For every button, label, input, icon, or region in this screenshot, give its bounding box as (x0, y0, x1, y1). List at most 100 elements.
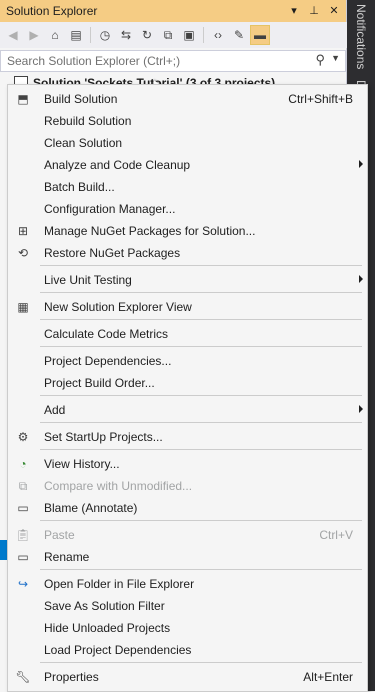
menu-item-live-unit-testing[interactable]: Live Unit Testing (8, 269, 367, 291)
menu-item-label: Live Unit Testing (44, 273, 132, 287)
preview-icon[interactable]: ▬ (250, 25, 270, 45)
menu-item-compare-unmodified[interactable]: ⧉ Compare with Unmodified... (8, 475, 367, 497)
menu-item-label: Rename (44, 550, 90, 564)
search-options-icon[interactable]: ▼ (331, 53, 340, 63)
restore-icon: ⟲ (17, 246, 29, 260)
pending-changes-icon[interactable]: ◷ (96, 26, 114, 44)
menu-item-label: Open Folder in File Explorer (44, 577, 195, 591)
menu-item-blame[interactable]: ▭ Blame (Annotate) (8, 497, 367, 519)
menu-item-shortcut: Ctrl+Shift+B (288, 92, 353, 106)
menu-item-label: Load Project Dependencies (44, 643, 192, 657)
new-view-icon: ▦ (17, 300, 29, 314)
menu-item-label: Calculate Code Metrics (44, 327, 169, 341)
home-icon[interactable]: ⌂ (46, 26, 64, 44)
show-all-files-icon[interactable]: ▣ (180, 26, 198, 44)
gear-icon: ⚙ (17, 430, 29, 444)
menu-separator (40, 449, 362, 450)
search-input[interactable] (5, 53, 309, 69)
menu-item-label: Paste (44, 528, 75, 542)
rename-icon: ▭ (17, 550, 29, 564)
menu-item-properties[interactable]: 🔧︎ Properties Alt+Enter (8, 666, 367, 688)
menu-item-label: Set StartUp Projects... (44, 430, 163, 444)
close-icon[interactable]: ✕ (326, 2, 342, 18)
menu-item-rebuild-solution[interactable]: Rebuild Solution (8, 110, 367, 132)
menu-item-set-startup[interactable]: ⚙ Set StartUp Projects... (8, 426, 367, 448)
menu-separator (40, 520, 362, 521)
view-code-icon[interactable]: ‹› (209, 26, 227, 44)
menu-item-view-history[interactable]: ◔ View History... (8, 453, 367, 475)
menu-separator (40, 319, 362, 320)
sync-icon[interactable]: ⇆ (117, 26, 135, 44)
menu-separator (40, 569, 362, 570)
submenu-arrow-icon (359, 160, 363, 168)
switch-views-icon[interactable]: ▤ (67, 26, 85, 44)
menu-item-clean-solution[interactable]: Clean Solution (8, 132, 367, 154)
wrench-icon: 🔧︎ (15, 670, 31, 684)
pin-icon[interactable]: ⊥ (306, 2, 322, 18)
menu-item-hide-unloaded[interactable]: Hide Unloaded Projects (8, 617, 367, 639)
menu-item-shortcut: Ctrl+V (319, 528, 353, 542)
menu-item-save-solution-filter[interactable]: Save As Solution Filter (8, 595, 367, 617)
menu-item-manage-nuget[interactable]: ⊞ Manage NuGet Packages for Solution... (8, 220, 367, 242)
notifications-tab[interactable]: Notifications (349, 4, 373, 74)
title-bar: Solution Explorer ▾ ⊥ ✕ (0, 0, 346, 22)
menu-separator (40, 265, 362, 266)
menu-item-label: Add (44, 403, 66, 417)
collapse-all-icon[interactable]: ⧉ (159, 26, 177, 44)
menu-item-new-view[interactable]: ▦ New Solution Explorer View (8, 296, 367, 318)
menu-item-rename[interactable]: ▭ Rename (8, 546, 367, 568)
menu-item-label: Compare with Unmodified... (44, 479, 193, 493)
compare-icon: ⧉ (18, 478, 28, 493)
back-icon[interactable]: ◀ (4, 26, 22, 44)
menu-item-restore-nuget[interactable]: ⟲ Restore NuGet Packages (8, 242, 367, 264)
comment-icon: ▭ (17, 501, 29, 515)
paste-icon: 📋︎ (15, 528, 31, 542)
menu-item-open-folder[interactable]: ↪ Open Folder in File Explorer (8, 573, 367, 595)
menu-item-label: New Solution Explorer View (44, 300, 192, 314)
menu-item-label: View History... (44, 457, 120, 471)
menu-item-configuration-manager[interactable]: Configuration Manager... (8, 198, 367, 220)
menu-item-label: Batch Build... (44, 180, 115, 194)
menu-item-label: Rebuild Solution (44, 114, 132, 128)
submenu-arrow-icon (359, 405, 363, 413)
menu-separator (40, 422, 362, 423)
menu-item-label: Blame (Annotate) (44, 501, 138, 515)
menu-item-label: Save As Solution Filter (44, 599, 165, 613)
menu-separator (40, 346, 362, 347)
menu-item-code-metrics[interactable]: Calculate Code Metrics (8, 323, 367, 345)
nuget-icon: ⊞ (17, 224, 29, 238)
menu-item-label: Restore NuGet Packages (44, 246, 181, 260)
menu-item-project-dependencies[interactable]: Project Dependencies... (8, 350, 367, 372)
menu-item-paste[interactable]: 📋︎ Paste Ctrl+V (8, 524, 367, 546)
menu-item-build-solution[interactable]: ⬒ Build Solution Ctrl+Shift+B (8, 88, 367, 110)
properties-icon[interactable]: ✎ (230, 26, 248, 44)
toolbar: ◀ ▶ ⌂ ▤ ◷ ⇆ ↻ ⧉ ▣ ‹› ✎ ▬ (0, 22, 350, 48)
build-icon: ⬒ (17, 92, 29, 106)
search-icon[interactable]: ⚲ (315, 52, 325, 68)
menu-item-label: Hide Unloaded Projects (44, 621, 171, 635)
menu-item-label: Manage NuGet Packages for Solution... (44, 224, 256, 238)
menu-separator (40, 395, 362, 396)
menu-item-project-build-order[interactable]: Project Build Order... (8, 372, 367, 394)
menu-item-label: Properties (44, 670, 99, 684)
context-menu: ⬒ Build Solution Ctrl+Shift+B Rebuild So… (7, 84, 368, 692)
forward-icon[interactable]: ▶ (25, 26, 43, 44)
history-icon: ◔ (19, 457, 27, 471)
chevron-down-icon[interactable]: ▾ (286, 2, 302, 18)
menu-item-label: Clean Solution (44, 136, 123, 150)
menu-item-add[interactable]: Add (8, 399, 367, 421)
window-title: Solution Explorer (6, 4, 98, 18)
menu-item-label: Project Dependencies... (44, 354, 172, 368)
submenu-arrow-icon (359, 275, 363, 283)
menu-item-load-dependencies[interactable]: Load Project Dependencies (8, 639, 367, 661)
menu-item-label: Project Build Order... (44, 376, 155, 390)
menu-item-batch-build[interactable]: Batch Build... (8, 176, 367, 198)
menu-item-label: Configuration Manager... (44, 202, 176, 216)
refresh-icon[interactable]: ↻ (138, 26, 156, 44)
open-folder-icon: ↪ (17, 577, 29, 591)
menu-item-label: Build Solution (44, 92, 118, 106)
menu-item-shortcut: Alt+Enter (303, 670, 353, 684)
menu-separator (40, 292, 362, 293)
menu-item-label: Analyze and Code Cleanup (44, 158, 191, 172)
menu-item-analyze-cleanup[interactable]: Analyze and Code Cleanup (8, 154, 367, 176)
